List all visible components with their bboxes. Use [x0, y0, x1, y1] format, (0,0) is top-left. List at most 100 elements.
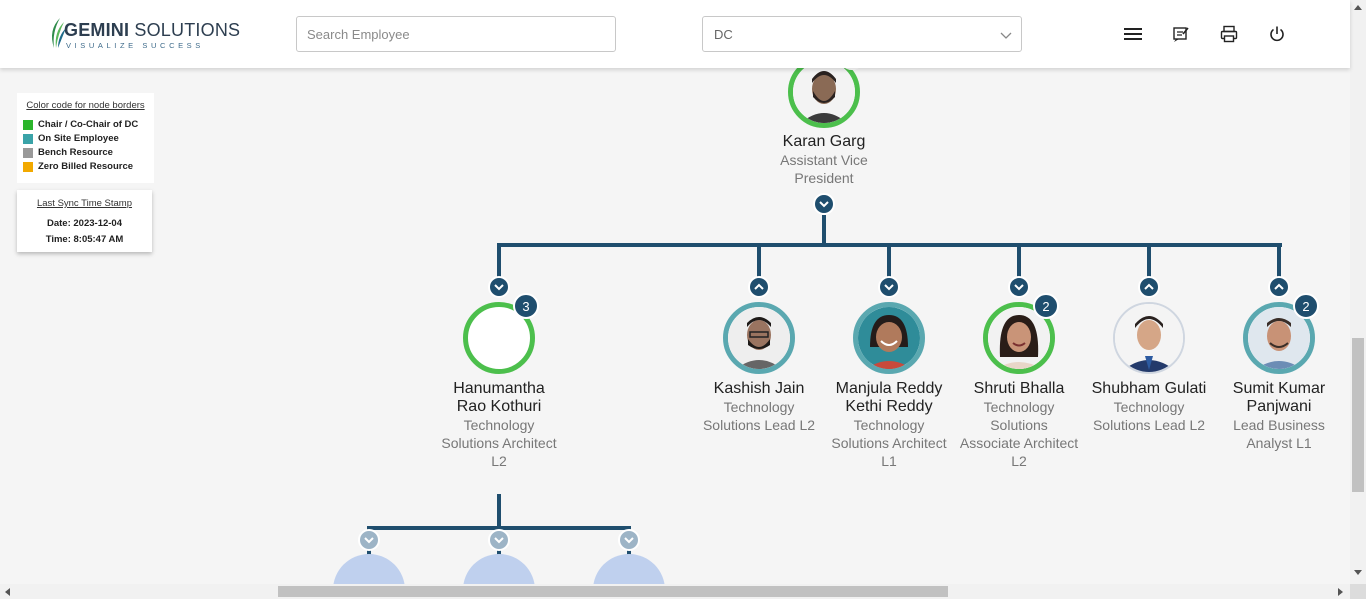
- legend-swatch: [23, 161, 33, 172]
- logo-tagline: VISUALIZE SUCCESS: [66, 41, 204, 50]
- menu-button[interactable]: [1123, 24, 1143, 44]
- child-name: Panjwani: [1246, 398, 1312, 415]
- child-role: Lead Business: [1233, 417, 1325, 433]
- child-count-badge[interactable]: 3: [513, 293, 539, 319]
- chevron-down-icon: [494, 537, 504, 544]
- chevron-down-icon: [1000, 32, 1012, 39]
- connector: [822, 215, 826, 245]
- chevron-up-icon: [1144, 283, 1154, 290]
- logo-brand: GEMINI: [64, 20, 130, 40]
- root-role-line1: Assistant Vice: [780, 152, 868, 168]
- grandchild-toggle[interactable]: [358, 529, 380, 551]
- notes-icon: [1173, 27, 1189, 42]
- dc-select[interactable]: DC: [702, 16, 1022, 52]
- sync-time: Time: 8:05:47 AM: [45, 234, 124, 245]
- child-toggle[interactable]: [1138, 276, 1160, 298]
- notes-button[interactable]: [1171, 24, 1191, 44]
- grandchild-toggle[interactable]: [618, 529, 640, 551]
- legend-swatch: [23, 147, 33, 158]
- print-button[interactable]: [1219, 24, 1239, 44]
- menu-icon: [1124, 28, 1142, 40]
- chevron-down-icon: [364, 537, 374, 544]
- sync-date: Date: 2023-12-04: [47, 218, 122, 229]
- search-employee-input[interactable]: [296, 16, 616, 52]
- child-avatar[interactable]: [723, 302, 795, 374]
- legend-title: Color code for node borders: [26, 100, 145, 111]
- child-name: Shruti Bhalla: [973, 380, 1065, 397]
- child-role: Technology: [463, 417, 535, 433]
- vertical-scrollbar[interactable]: [1350, 0, 1366, 584]
- child-name: Hanumantha: [453, 380, 545, 397]
- child-role: Solutions Lead L2: [1092, 417, 1206, 433]
- child-toggle[interactable]: [878, 276, 900, 298]
- horizontal-scrollbar[interactable]: [0, 584, 1350, 599]
- root-role-line2: President: [794, 170, 854, 186]
- print-icon: [1220, 25, 1238, 43]
- scroll-left-arrow[interactable]: [5, 588, 10, 596]
- color-legend: Color code for node borders Chair / Co-C…: [17, 93, 154, 183]
- logo-title: GEMINI SOLUTIONS: [64, 20, 240, 41]
- connector: [1147, 243, 1151, 278]
- gemini-logo[interactable]: GEMINI SOLUTIONS VISUALIZE SUCCESS: [46, 16, 240, 52]
- root-name: Karan Garg: [782, 133, 866, 150]
- child-role: L2: [1011, 453, 1027, 469]
- child-role: Technology: [983, 399, 1055, 415]
- child-role: Technology: [853, 417, 925, 433]
- vertical-scroll-thumb[interactable]: [1352, 338, 1364, 492]
- child-avatar[interactable]: [853, 302, 925, 374]
- connector: [1017, 243, 1021, 278]
- legend-label: Bench Resource: [38, 147, 113, 158]
- child-name: Sumit Kumar: [1232, 380, 1326, 397]
- child-name: Rao Kothuri: [456, 398, 542, 415]
- sync-timestamp-card: Last Sync Time Stamp Date: 2023-12-04 Ti…: [17, 190, 152, 252]
- legend-label: Zero Billed Resource: [38, 161, 134, 172]
- child-count-badge[interactable]: 2: [1033, 293, 1059, 319]
- legend-swatch: [23, 133, 33, 144]
- child-toggle[interactable]: [1008, 276, 1030, 298]
- connector: [757, 243, 761, 278]
- dc-select-value: DC: [714, 27, 733, 42]
- scroll-up-arrow[interactable]: [1354, 5, 1362, 10]
- child-role: Solutions: [990, 417, 1048, 433]
- legend-label: Chair / Co-Chair of DC: [38, 119, 139, 130]
- child-count-badge[interactable]: 2: [1293, 293, 1319, 319]
- logo-suffix: SOLUTIONS: [129, 20, 241, 40]
- scroll-down-arrow[interactable]: [1354, 570, 1362, 575]
- child-avatar[interactable]: [1113, 302, 1185, 374]
- child-toggle[interactable]: [488, 276, 510, 298]
- grandchild-toggle[interactable]: [488, 529, 510, 551]
- child-name: Shubham Gulati: [1091, 380, 1207, 397]
- child-role: L2: [491, 453, 507, 469]
- child-toggle[interactable]: [1268, 276, 1290, 298]
- legend-swatch: [23, 119, 33, 130]
- root-collapse-toggle[interactable]: [813, 193, 835, 215]
- child-name: Kashish Jain: [713, 380, 805, 397]
- child-role: Technology: [1113, 399, 1185, 415]
- top-header: GEMINI SOLUTIONS VISUALIZE SUCCESS DC: [0, 0, 1350, 68]
- child-role: Associate Architect: [959, 435, 1079, 451]
- scroll-right-arrow[interactable]: [1338, 588, 1343, 596]
- chevron-down-icon: [819, 201, 829, 208]
- chevron-down-icon: [884, 284, 894, 291]
- child-role: L1: [881, 453, 897, 469]
- legend-item-onsite: On Site Employee: [23, 133, 148, 144]
- logout-button[interactable]: [1267, 24, 1287, 44]
- chevron-down-icon: [624, 537, 634, 544]
- legend-item-zero-billed: Zero Billed Resource: [23, 161, 148, 172]
- child-name: Kethi Reddy: [845, 398, 933, 415]
- child-role: Analyst L1: [1246, 435, 1312, 451]
- chevron-down-icon: [1014, 284, 1024, 291]
- legend-label: On Site Employee: [38, 133, 119, 144]
- legend-item-bench: Bench Resource: [23, 147, 148, 158]
- connector: [497, 494, 501, 529]
- child-toggle[interactable]: [748, 276, 770, 298]
- connector: [1277, 243, 1281, 278]
- child-role: Solutions Architect: [831, 435, 947, 451]
- horizontal-scroll-thumb[interactable]: [278, 586, 948, 597]
- child-role: Solutions Architect: [441, 435, 557, 451]
- connector: [497, 243, 501, 278]
- connector: [887, 243, 891, 278]
- chevron-up-icon: [754, 283, 764, 290]
- child-role: Solutions Lead L2: [702, 417, 816, 433]
- child-role: Technology: [723, 399, 795, 415]
